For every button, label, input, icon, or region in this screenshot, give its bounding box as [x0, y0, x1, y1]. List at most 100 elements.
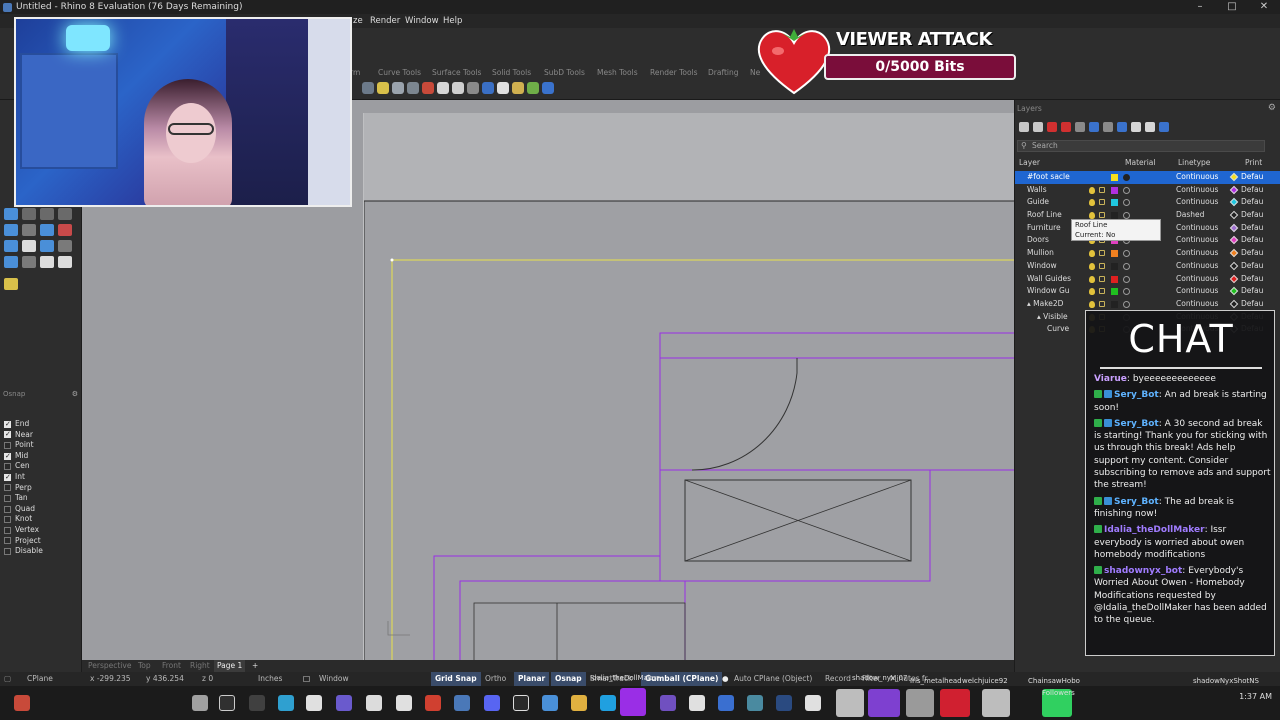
layer-lock-icon[interactable] [1099, 300, 1105, 307]
layer-name[interactable]: Doors [1027, 234, 1049, 247]
layer-material-icon[interactable] [1123, 250, 1130, 258]
chat-username[interactable]: Sery_Bot [1114, 390, 1159, 400]
menu-render[interactable]: Render [370, 14, 400, 28]
tab-curve-tools[interactable]: Curve Tools [378, 68, 421, 77]
discord-icon[interactable] [484, 695, 500, 711]
task-view-icon[interactable] [249, 695, 265, 711]
material-icon[interactable] [482, 82, 494, 94]
osnap-disable[interactable]: Disable [4, 546, 80, 557]
sun-icon[interactable] [512, 82, 524, 94]
osnap-vertex[interactable]: Vertex [4, 525, 80, 536]
osnap-tan[interactable]: Tan [4, 493, 80, 504]
tab-solid-tools[interactable]: Solid Tools [492, 68, 531, 77]
layer-color-swatch[interactable] [1111, 186, 1118, 194]
layer-lock-icon[interactable] [1099, 212, 1105, 219]
sketch-icon[interactable] [366, 695, 382, 711]
tab-right[interactable]: Right [190, 660, 210, 672]
surface-tool-icon[interactable] [40, 224, 54, 236]
layer-print-width[interactable]: Defau [1241, 285, 1263, 298]
tab-drafting[interactable]: Drafting [708, 68, 739, 77]
layer-material-icon[interactable] [1123, 174, 1130, 181]
streamer-avatar-icon[interactable] [192, 695, 208, 711]
layer-list-icon[interactable] [1145, 122, 1155, 132]
new-sublayer-icon[interactable] [1033, 122, 1043, 132]
dimension-tool-icon[interactable] [4, 256, 18, 268]
layer-row[interactable]: #foot sacle Continuous Defau [1015, 171, 1280, 184]
layer-help-icon[interactable] [1159, 122, 1169, 132]
analyze-tool-icon[interactable] [58, 240, 72, 252]
osnap-checkbox[interactable] [4, 516, 11, 524]
layer-lock-icon[interactable] [1099, 288, 1105, 295]
layer-material-icon[interactable] [1123, 300, 1130, 308]
layer-print-width[interactable]: Defau [1241, 196, 1263, 209]
layer-visible-icon[interactable] [1089, 186, 1095, 194]
chat-username[interactable]: Viarue [1094, 374, 1127, 384]
tab-render-tools[interactable]: Render Tools [650, 68, 698, 77]
layer-print-color-icon[interactable] [1229, 299, 1239, 309]
layer-row[interactable]: Wall Guides Continuous Defau [1015, 273, 1280, 286]
bluetooth-icon[interactable] [454, 695, 470, 711]
layer-name[interactable]: Furniture [1027, 222, 1061, 235]
layer-material-icon[interactable] [1123, 262, 1130, 270]
units[interactable]: Inches [258, 672, 282, 686]
obs-icon[interactable] [660, 695, 676, 711]
osnap-checkbox[interactable] [4, 441, 11, 449]
move-down-icon[interactable] [1089, 122, 1099, 132]
render-tool-icon[interactable] [40, 256, 54, 268]
curve-tool-icon[interactable] [22, 208, 36, 220]
col-material[interactable]: Material [1125, 158, 1155, 167]
new-layer-icon[interactable] [1019, 122, 1029, 132]
osnap-mid[interactable]: Mid [4, 451, 80, 462]
layer-name[interactable]: #foot sacle [1027, 171, 1070, 184]
layer-print-color-icon[interactable] [1229, 210, 1239, 220]
layer-name[interactable]: Wall Guides [1027, 273, 1071, 286]
layer-row[interactable]: Guide Continuous Defau [1015, 196, 1280, 209]
layer-visible-icon[interactable] [1089, 262, 1095, 270]
mesh-tool-icon[interactable] [22, 240, 36, 252]
layer-linetype[interactable]: Continuous [1176, 273, 1218, 286]
steam-icon[interactable] [776, 695, 792, 711]
maps-icon[interactable] [396, 695, 412, 711]
layer-print-width[interactable]: Defau [1241, 234, 1263, 247]
layer-linetype[interactable]: Continuous [1176, 260, 1218, 273]
layer-print-width[interactable]: Defau [1241, 260, 1263, 273]
layer-print-color-icon[interactable] [1229, 286, 1239, 296]
layer-visible-icon[interactable] [1089, 199, 1095, 207]
layer-color-swatch[interactable] [1111, 262, 1118, 270]
display-icon[interactable] [452, 82, 464, 94]
move-up-icon[interactable] [1075, 122, 1085, 132]
osnap-checkbox[interactable] [4, 494, 11, 502]
osnap-near[interactable]: Near [4, 429, 80, 441]
undo-icon[interactable] [362, 82, 374, 94]
minimize-button[interactable]: – [1184, 0, 1216, 14]
layer-color-swatch[interactable] [1111, 275, 1118, 283]
text-tool-icon[interactable] [4, 224, 18, 236]
layer-color-swatch[interactable] [1111, 212, 1118, 220]
layer-lock-icon[interactable] [1099, 199, 1105, 206]
osnap-checkbox[interactable] [4, 463, 11, 471]
auto-cplane-toggle[interactable]: Auto CPlane (Object) [734, 672, 812, 686]
layer-linetype[interactable]: Continuous [1176, 171, 1218, 184]
layer-color-swatch[interactable] [1111, 288, 1118, 296]
edge-icon[interactable] [278, 695, 294, 711]
grid-icon[interactable] [467, 82, 479, 94]
layer-name[interactable]: Mullion [1027, 247, 1054, 260]
capcut-icon[interactable] [513, 695, 529, 711]
chat-username[interactable]: Sery_Bot [1114, 419, 1159, 429]
bulb-icon[interactable] [392, 82, 404, 94]
planar-toggle[interactable]: Planar [514, 672, 550, 686]
search-icon[interactable] [219, 695, 235, 711]
current-layer[interactable]: Window [319, 672, 349, 686]
layer-linetype[interactable]: Continuous [1176, 222, 1218, 235]
layer-name[interactable]: Curve [1047, 323, 1069, 336]
osnap-checkbox[interactable] [4, 505, 11, 513]
layer-visible-icon[interactable] [1089, 288, 1095, 296]
chat-username[interactable]: Sery_Bot [1114, 497, 1159, 507]
layer-lock-icon[interactable] [1099, 250, 1105, 257]
tab-subd-tools[interactable]: SubD Tools [544, 68, 585, 77]
add-tab-button[interactable]: + [252, 660, 258, 672]
osnap-checkbox[interactable] [4, 419, 11, 429]
purge-layer-icon[interactable] [1061, 122, 1071, 132]
layer-name[interactable]: ▴ Visible [1037, 311, 1068, 324]
layer-print-width[interactable]: Defau [1241, 222, 1263, 235]
